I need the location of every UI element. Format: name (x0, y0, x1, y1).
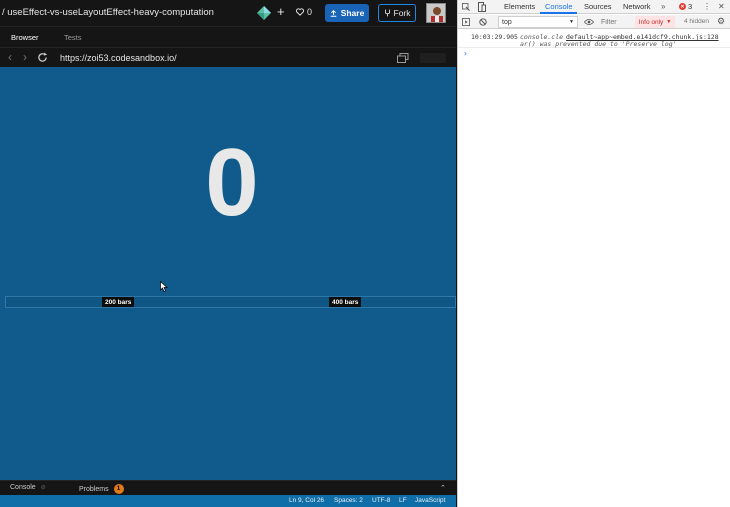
tab-elements[interactable]: Elements (504, 2, 535, 11)
problems-label: Problems (79, 485, 109, 493)
devtools-panel: Elements Console Sources Network » ✕ 3 ⋮… (457, 0, 730, 507)
console-label: Console (10, 484, 36, 491)
caret-down-icon: ▼ (569, 19, 574, 25)
eye-icon[interactable] (584, 18, 594, 26)
language-mode[interactable]: JavaScript (415, 497, 445, 504)
tab-console[interactable]: Console (545, 2, 573, 11)
caret-down-icon: ▼ (666, 19, 672, 25)
preview-tabs: Browser Tests (0, 27, 456, 47)
encoding[interactable]: UTF-8 (372, 497, 390, 504)
close-icon[interactable]: ✕ (718, 2, 725, 12)
error-icon: ✕ (679, 3, 686, 10)
avatar-image (427, 4, 445, 22)
forward-icon[interactable]: › (23, 51, 27, 63)
bar-label-400: 400 bars (329, 297, 362, 307)
log-timestamp: 10:03:29.905 (471, 33, 518, 41)
log-text-continued: ar() was prevented due to 'Preserve log' (520, 40, 677, 48)
problems-badge: 1 (113, 484, 124, 494)
fork-label: Fork (393, 8, 411, 18)
likes-count: 0 (307, 7, 313, 17)
tab-sources[interactable]: Sources (584, 2, 612, 11)
console-message: 10:03:29.905 console.cle default~app~emb… (458, 30, 730, 48)
inspect-element-icon[interactable] (462, 3, 470, 11)
console-toolbar: top ▼ Info only ▼ 4 hidden ⚙ (458, 15, 730, 29)
levels-label: Info only (638, 18, 664, 26)
line-ending[interactable]: LF (399, 497, 407, 504)
cursor-position[interactable]: Ln 9, Col 26 (289, 497, 324, 504)
heart-icon (296, 8, 304, 16)
gear-icon[interactable]: ⚙ (717, 16, 725, 26)
indentation[interactable]: Spaces: 2 (334, 497, 363, 504)
preview-toggle[interactable] (420, 53, 446, 63)
console-panel-tab[interactable]: Console ⊘ (10, 484, 46, 491)
context-value: top (502, 18, 512, 26)
bar-label-200: 200 bars (102, 297, 135, 307)
open-new-window-icon[interactable] (397, 53, 409, 63)
gem-icon[interactable] (257, 6, 271, 20)
fork-icon (384, 9, 390, 17)
tab-tests[interactable]: Tests (64, 27, 82, 47)
preview-frame: 0 200 bars 400 bars (0, 67, 456, 480)
browser-navbar: ‹ › https://zoi53.codesandbox.io/ (0, 47, 456, 67)
more-options-icon[interactable]: ⋮ (703, 2, 711, 12)
clear-console-icon[interactable] (479, 18, 487, 26)
chevron-up-icon[interactable]: ⌃ (440, 484, 446, 492)
sandbox-header: / useEffect-vs-useLayoutEffect-heavy-com… (0, 0, 456, 27)
console-prompt[interactable]: › (463, 49, 468, 58)
active-tab-indicator (540, 12, 577, 14)
share-icon (330, 9, 336, 17)
fork-button[interactable]: Fork (378, 4, 416, 22)
add-icon[interactable]: + (277, 5, 285, 19)
sidebar-toggle-icon[interactable] (462, 18, 470, 26)
codesandbox-window: / useEffect-vs-useLayoutEffect-heavy-com… (0, 0, 456, 507)
more-tabs-icon[interactable]: » (661, 2, 665, 12)
back-icon[interactable]: ‹ (8, 51, 12, 63)
status-bar: Ln 9, Col 26 Spaces: 2 UTF-8 LF JavaScri… (0, 495, 456, 507)
like-button[interactable]: 0 (296, 7, 312, 17)
bars-track[interactable]: 200 bars 400 bars (5, 296, 456, 308)
tab-browser[interactable]: Browser (11, 27, 39, 47)
filter-input[interactable] (601, 16, 631, 28)
counter-display: 0 (205, 129, 259, 236)
url-bar[interactable]: https://zoi53.codesandbox.io/ (60, 53, 177, 63)
share-button[interactable]: Share (325, 4, 369, 22)
sandbox-title[interactable]: / useEffect-vs-useLayoutEffect-heavy-com… (2, 7, 214, 18)
problems-panel-tab[interactable]: Problems 1 (79, 484, 124, 494)
refresh-icon[interactable] (37, 52, 48, 63)
tab-network[interactable]: Network (623, 2, 651, 11)
error-count: 3 (688, 2, 693, 11)
share-label: Share (340, 8, 365, 18)
devtools-tabs: Elements Console Sources Network » ✕ 3 ⋮… (458, 0, 730, 14)
hidden-messages-count: 4 hidden (684, 18, 709, 25)
clear-icon[interactable]: ⊘ (41, 484, 46, 491)
user-avatar[interactable] (426, 3, 446, 23)
context-select[interactable]: top ▼ (498, 16, 578, 28)
bottom-panel: Console ⊘ Problems 1 ⌃ (0, 480, 456, 495)
device-toolbar-icon[interactable] (478, 2, 486, 12)
error-counter[interactable]: ✕ 3 (679, 2, 692, 11)
mouse-cursor-icon (160, 281, 168, 292)
log-levels-dropdown[interactable]: Info only ▼ (635, 16, 675, 28)
screen: / useEffect-vs-useLayoutEffect-heavy-com… (0, 0, 730, 507)
